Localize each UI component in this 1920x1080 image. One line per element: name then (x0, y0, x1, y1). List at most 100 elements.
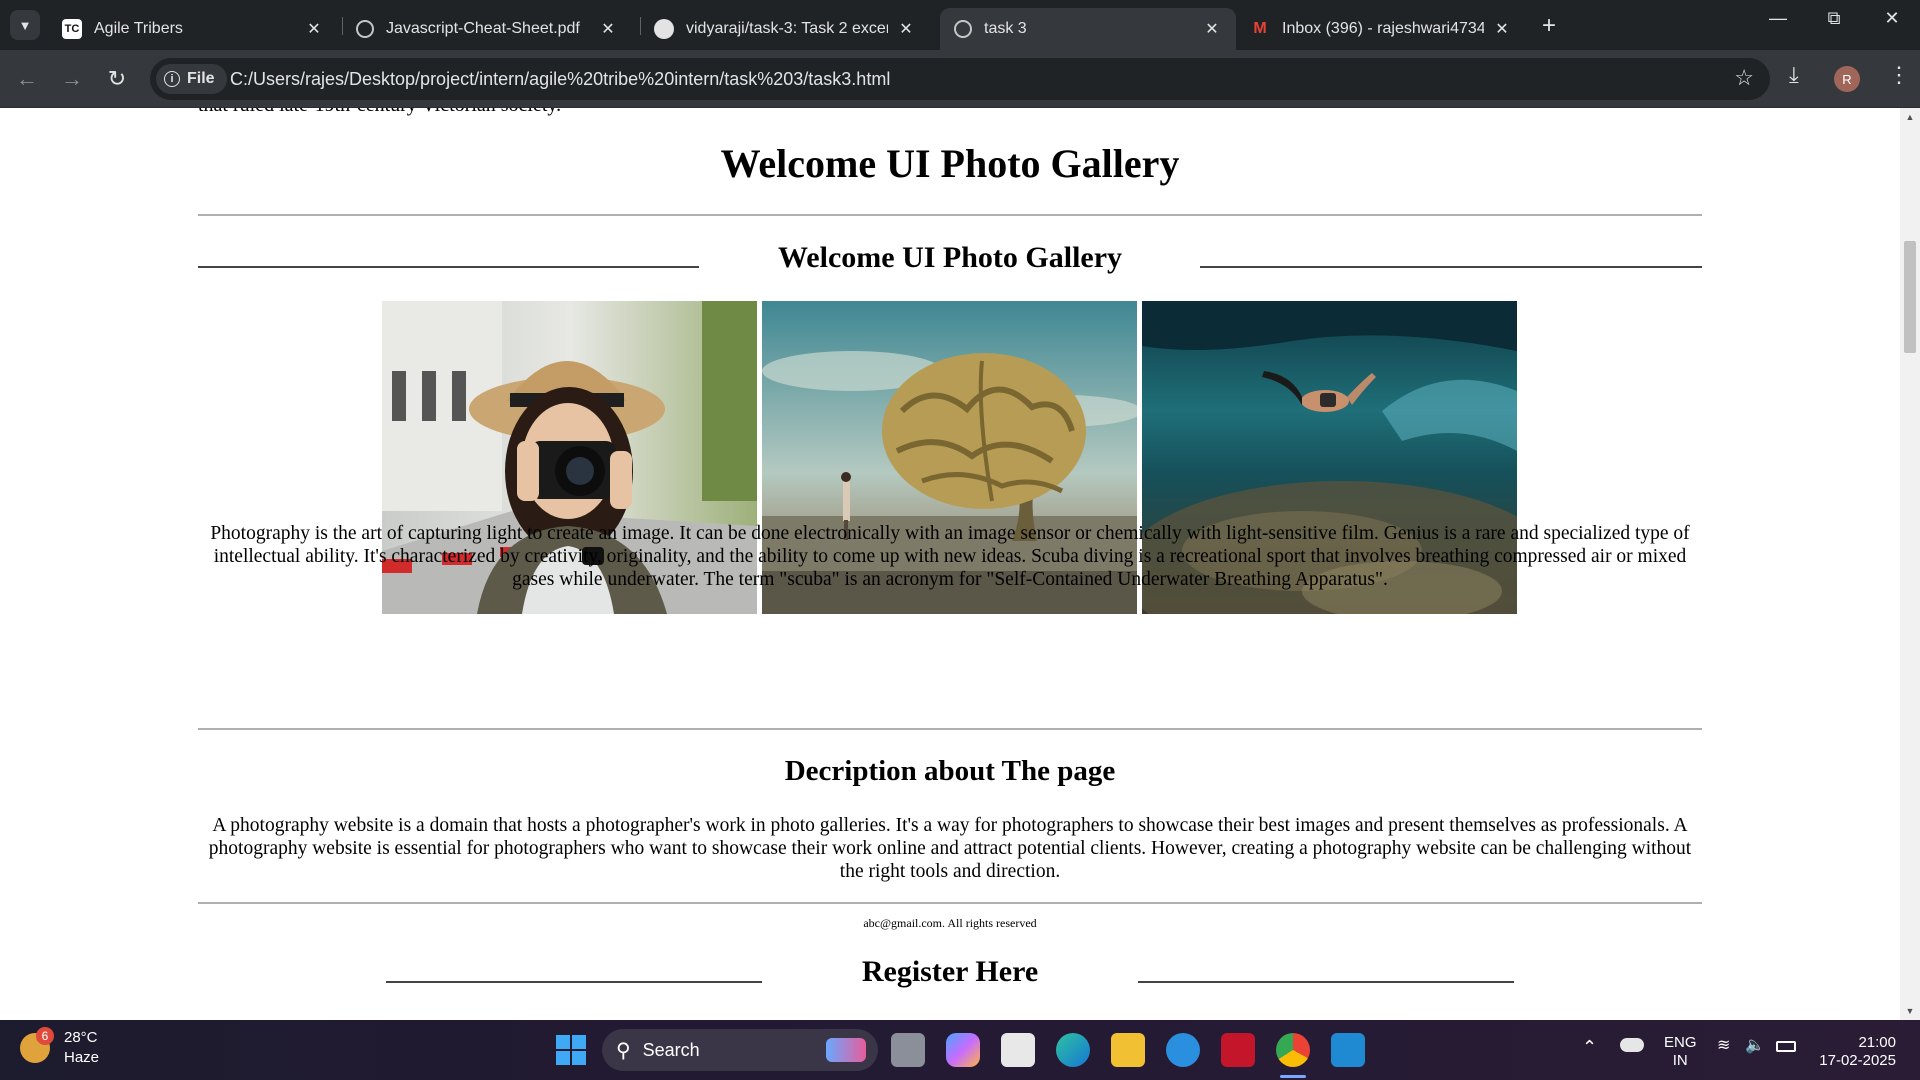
show-hidden-icons-chevron-icon[interactable]: ⌃ (1582, 1038, 1597, 1056)
chevron-down-icon: ▼ (18, 17, 32, 33)
close-icon[interactable]: ✕ (1492, 19, 1512, 39)
task-view-icon[interactable] (891, 1033, 925, 1067)
tab-gmail-inbox[interactable]: M Inbox (396) - rajeshwari4734@g ✕ (1236, 8, 1526, 50)
github-icon (654, 19, 674, 39)
minimize-icon: — (1769, 8, 1787, 28)
scroll-up-arrow-icon[interactable]: ▲ (1900, 112, 1920, 122)
register-heading: Register Here (861, 955, 1039, 988)
weather-widget[interactable]: 6 28°C Haze (20, 1027, 100, 1068)
onedrive-cloud-icon[interactable] (1620, 1038, 1644, 1052)
close-icon[interactable]: ✕ (1202, 19, 1222, 39)
tab-strip: ▼ TC Agile Tribers ✕ Javascript-Cheat-Sh… (0, 0, 1920, 50)
mcafee-icon[interactable] (1221, 1033, 1255, 1067)
vscode-icon[interactable] (1331, 1033, 1365, 1067)
gallery-description-paragraph: Photography is the art of capturing ligh… (210, 523, 1690, 590)
address-bar[interactable]: i File C:/Users/rajes/Desktop/project/in… (150, 58, 1770, 100)
tab-agile-tribers[interactable]: TC Agile Tribers ✕ (48, 8, 338, 50)
tab-javascript-cheat-sheet[interactable]: Javascript-Cheat-Sheet.pdf ✕ (342, 8, 632, 50)
windows-start-icon[interactable] (555, 1034, 587, 1066)
file-explorer-icon[interactable] (1111, 1033, 1145, 1067)
heading-line-left (198, 266, 699, 268)
profile-avatar[interactable]: R (1834, 66, 1860, 92)
tab-label: Agile Tribers (94, 20, 183, 37)
search-highlight-icon (826, 1038, 866, 1062)
region-code: IN (1672, 1052, 1688, 1069)
minimize-button[interactable]: — (1758, 8, 1798, 29)
downloads-button[interactable]: ⤓ (1789, 62, 1799, 88)
microsoft-store-icon[interactable] (1001, 1033, 1035, 1067)
copilot-icon[interactable] (946, 1033, 980, 1067)
tab-label: vidyaraji/task-3: Task 2 excercis (686, 20, 888, 37)
main-title: Welcome UI Photo Gallery (720, 141, 1180, 186)
tab-label: Javascript-Cheat-Sheet.pdf (386, 20, 580, 37)
scroll-down-arrow-icon[interactable]: ▼ (1900, 1006, 1920, 1016)
tab-search-button[interactable]: ▼ (10, 10, 40, 40)
notification-badge: 6 (36, 1027, 54, 1045)
divider (198, 728, 1702, 730)
chrome-menu-button[interactable]: ⋮ (1888, 62, 1910, 88)
weather-temperature: 28°C (64, 1029, 98, 1046)
taskbar-search-box[interactable]: ⚲ Search (602, 1029, 878, 1071)
back-button[interactable]: ← (10, 62, 44, 96)
weather-description: Haze (64, 1049, 100, 1066)
heading-line-left (386, 981, 762, 983)
cut-off-text: that ruled late-19th-century Victorian s… (198, 108, 561, 117)
tab-task-3[interactable]: task 3 ✕ (940, 8, 1236, 50)
divider (198, 902, 1702, 904)
heading-line-right (1200, 266, 1702, 268)
language-code: ENG (1664, 1034, 1697, 1051)
info-icon: i (164, 71, 180, 87)
site-info-label: File (187, 70, 215, 87)
close-window-button[interactable]: ✕ (1872, 8, 1912, 29)
download-icon: ⤓ (1789, 62, 1799, 87)
divider (198, 214, 1702, 216)
edge-icon[interactable] (1056, 1033, 1090, 1067)
search-icon: ⚲ (616, 1039, 631, 1062)
forward-button[interactable]: → (55, 62, 89, 96)
new-tab-button[interactable]: + (1542, 12, 1556, 40)
browser-toolbar: ← → ↻ i File C:/Users/rajes/Desktop/proj… (0, 50, 1920, 108)
restore-icon: ⧉ (1827, 8, 1841, 28)
close-icon[interactable]: ✕ (896, 19, 916, 39)
clock-time: 21:00 (1858, 1034, 1896, 1051)
windows-taskbar: 6 28°C Haze ⚲ Search ⌃ ENG IN ≋ 🔈 21:00 … (0, 1020, 1920, 1080)
active-app-indicator (1280, 1075, 1306, 1078)
wifi-icon[interactable]: ≋ (1717, 1037, 1730, 1055)
agile-tribers-favicon-icon: TC (62, 19, 82, 39)
reload-button[interactable]: ↻ (100, 62, 134, 96)
system-clock[interactable]: 21:00 17-02-2025 (1816, 1034, 1896, 1070)
reload-icon: ↻ (107, 66, 127, 91)
page-description-paragraph: A photography website is a domain that h… (208, 815, 1692, 882)
description-heading: Decription about The page (784, 755, 1116, 787)
site-info-chip[interactable]: i File (156, 64, 227, 94)
globe-icon (356, 20, 374, 38)
tab-github-task-3[interactable]: vidyaraji/task-3: Task 2 excercis ✕ (640, 8, 930, 50)
gallery-heading: Welcome UI Photo Gallery (777, 241, 1123, 274)
more-vertical-icon: ⋮ (1888, 62, 1910, 87)
clock-date: 17-02-2025 (1819, 1052, 1896, 1069)
scroll-thumb[interactable] (1904, 241, 1916, 353)
plus-icon: + (1542, 12, 1557, 39)
arrow-right-icon: → (61, 66, 83, 91)
arrow-left-icon: ← (16, 66, 38, 91)
chrome-icon[interactable] (1276, 1033, 1310, 1067)
language-indicator[interactable]: ENG IN (1664, 1034, 1697, 1070)
battery-icon[interactable] (1776, 1041, 1796, 1052)
footer-text: abc@gmail.com. All rights reserved (863, 916, 1037, 930)
tab-label: Inbox (396) - rajeshwari4734@g (1282, 20, 1484, 37)
volume-icon[interactable]: 🔈 (1745, 1037, 1765, 1055)
heading-line-right (1138, 981, 1514, 983)
close-icon: ✕ (1884, 8, 1900, 28)
url-text[interactable]: C:/Users/rajes/Desktop/project/intern/ag… (230, 69, 890, 90)
bookmark-star-icon[interactable]: ☆ (1734, 65, 1754, 91)
restore-button[interactable]: ⧉ (1814, 8, 1854, 29)
page-viewport: that ruled late-19th-century Victorian s… (0, 108, 1900, 1020)
globe-icon (954, 20, 972, 38)
search-label: Search (642, 1039, 700, 1060)
gmail-icon: M (1253, 20, 1267, 37)
page-scrollbar[interactable]: ▲ ▼ (1900, 108, 1920, 1020)
close-icon[interactable]: ✕ (598, 19, 618, 39)
weather-sun-icon: 6 (20, 1027, 54, 1063)
close-icon[interactable]: ✕ (304, 19, 324, 39)
weather-app-icon[interactable] (1166, 1033, 1200, 1067)
